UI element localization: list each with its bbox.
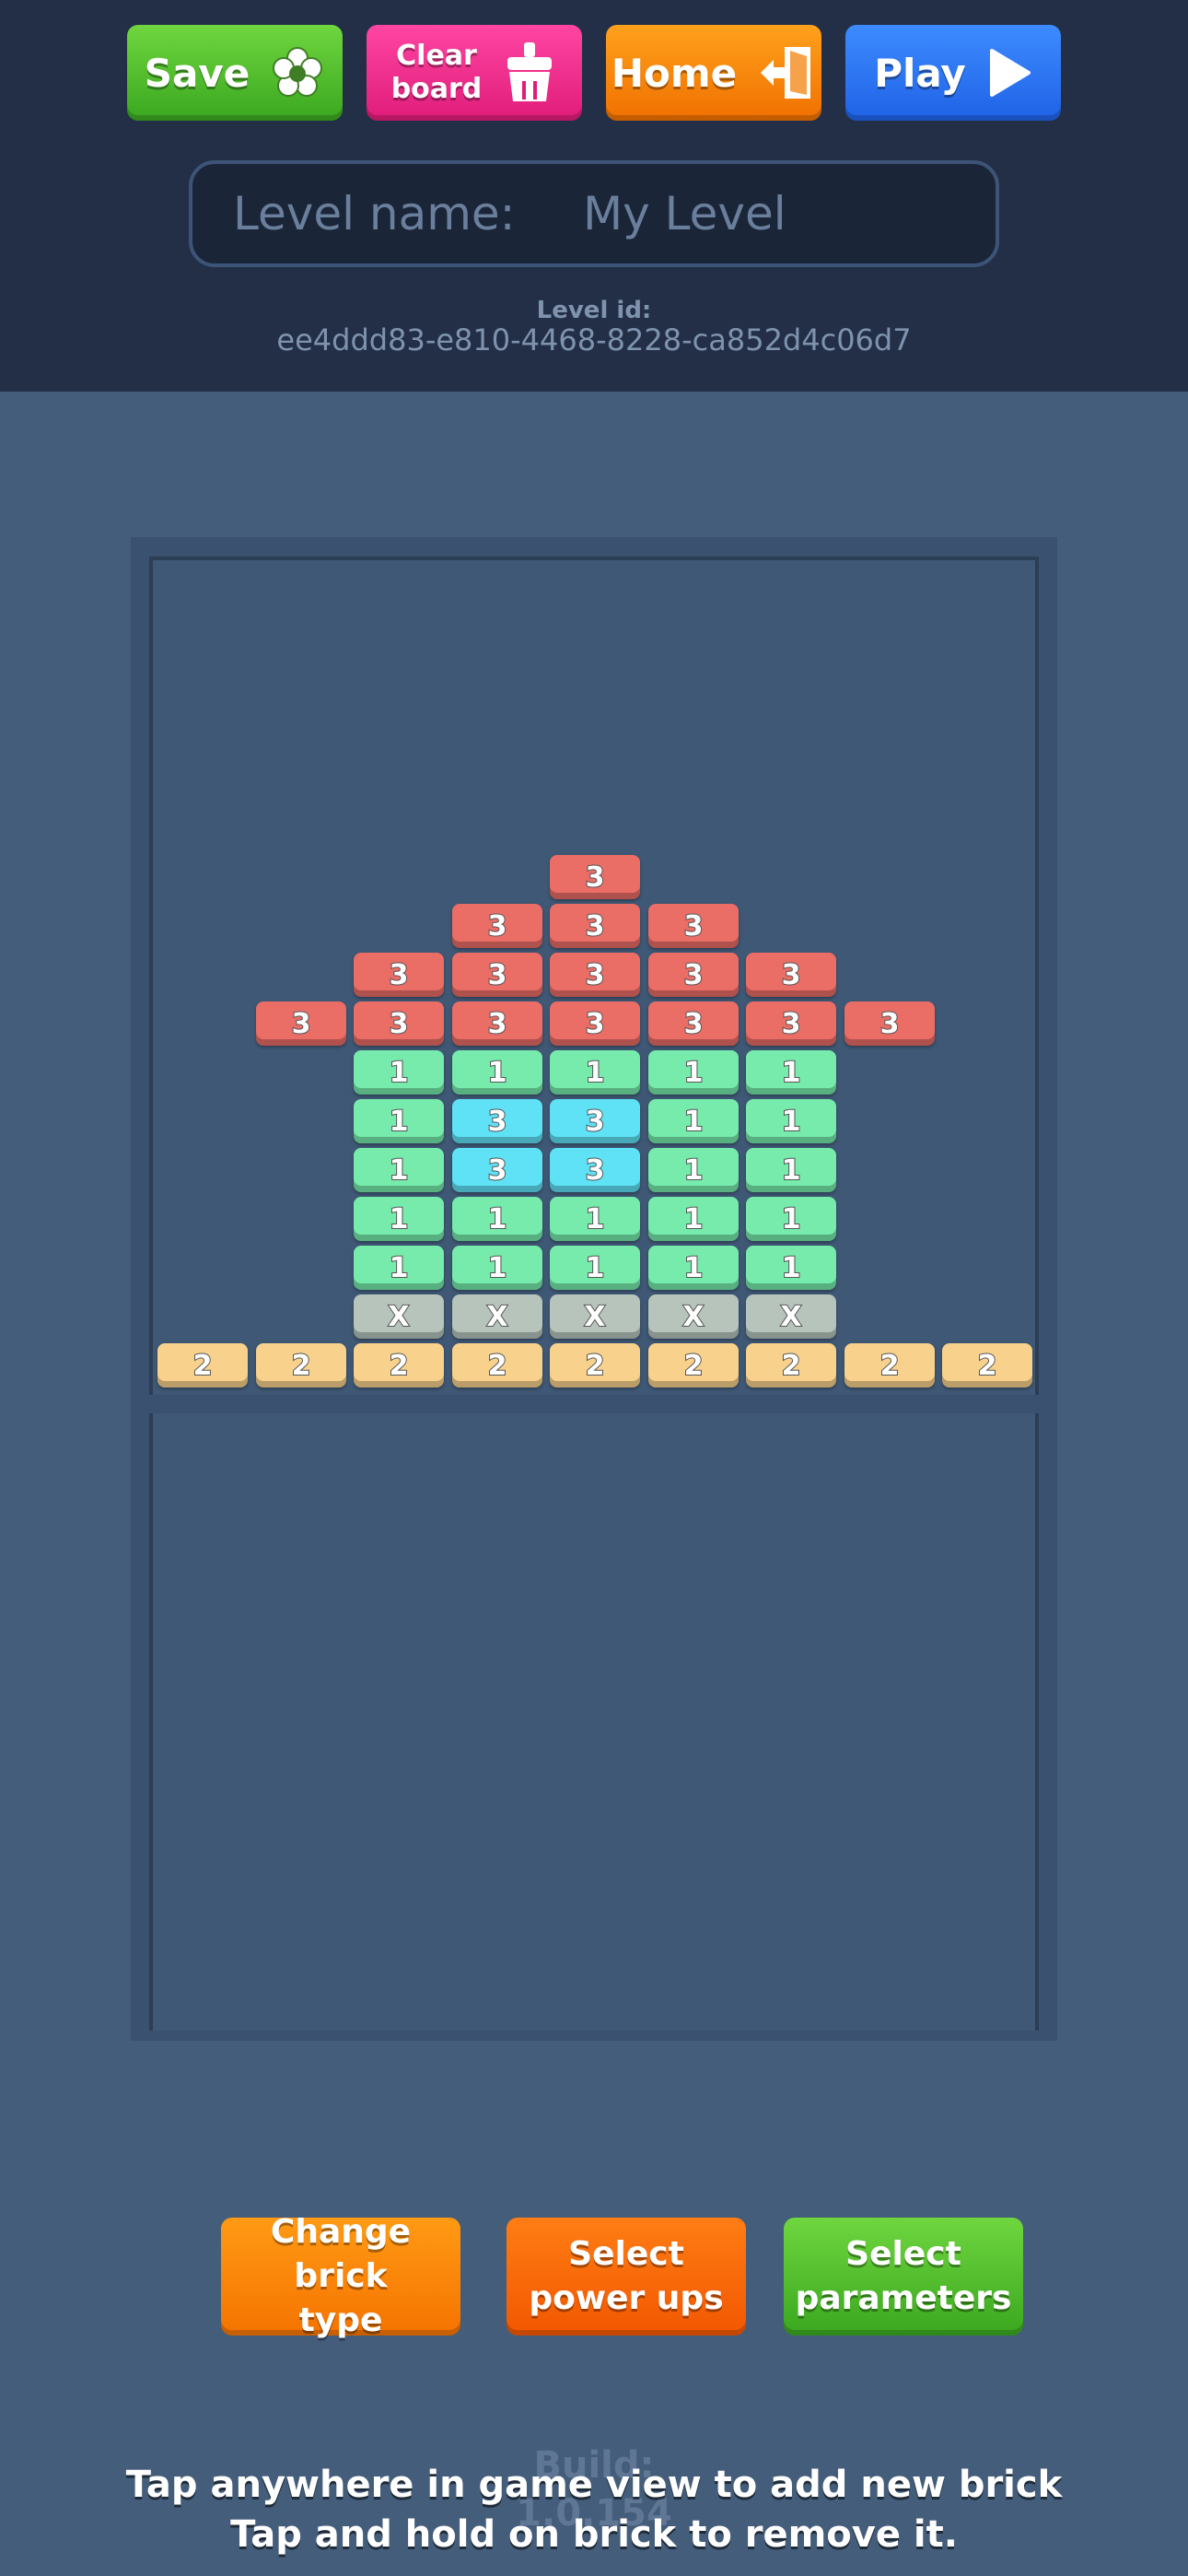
play-button[interactable]: Play	[845, 25, 1061, 121]
brick-1[interactable]: 1	[648, 1050, 739, 1095]
brick-1[interactable]: 1	[452, 1197, 542, 1241]
brick-3[interactable]: 3	[746, 1001, 836, 1046]
game-play-area[interactable]	[149, 1413, 1039, 2031]
exit-door-icon	[761, 47, 811, 99]
brick-3[interactable]: 3	[354, 953, 444, 997]
brick-3[interactable]: 3	[746, 953, 836, 997]
brick-2[interactable]: 2	[452, 1343, 542, 1388]
brick-1[interactable]: 1	[746, 1050, 836, 1095]
save-label: Save	[144, 50, 250, 96]
brick-x[interactable]: X	[452, 1294, 542, 1339]
brick-x[interactable]: X	[354, 1294, 444, 1339]
brick-1[interactable]: 1	[354, 1148, 444, 1192]
brick-3[interactable]: 3	[648, 1001, 739, 1046]
brick-2[interactable]: 2	[942, 1343, 1032, 1388]
broom-icon	[507, 42, 553, 101]
save-button[interactable]: Save	[127, 25, 343, 121]
flower-icon	[273, 47, 323, 97]
brick-3[interactable]: 3	[256, 1001, 346, 1046]
instruction-text: Tap anywhere in game view to add new bri…	[125, 2464, 1063, 2556]
brick-1[interactable]: 1	[648, 1099, 739, 1143]
level-id-label: Level id:	[536, 297, 652, 324]
play-label: Play	[874, 50, 966, 96]
brick-1[interactable]: 1	[648, 1246, 739, 1290]
brick-3[interactable]: 3	[648, 953, 739, 997]
change-brick-type-button[interactable]: Change brick type	[221, 2213, 460, 2339]
brick-3[interactable]: 3	[550, 855, 640, 899]
brick-3[interactable]: 3	[452, 1001, 542, 1046]
brick-2[interactable]: 2	[354, 1343, 444, 1388]
brick-1[interactable]: 1	[550, 1246, 640, 1290]
brick-3-cyan[interactable]: 3	[452, 1148, 542, 1192]
brick-3[interactable]: 3	[550, 904, 640, 948]
brick-1[interactable]: 1	[354, 1099, 444, 1143]
level-name-label: Level name:	[233, 187, 516, 240]
play-icon	[989, 49, 1031, 97]
brick-1[interactable]: 1	[354, 1197, 444, 1241]
clear-board-button[interactable]: Clear board	[367, 25, 582, 121]
brick-3[interactable]: 3	[648, 904, 739, 948]
home-button[interactable]: Home	[606, 25, 821, 121]
brick-x[interactable]: X	[648, 1294, 739, 1339]
brick-1[interactable]: 1	[452, 1050, 542, 1095]
brick-2[interactable]: 2	[648, 1343, 739, 1388]
brick-1[interactable]: 1	[648, 1148, 739, 1192]
brick-3[interactable]: 3	[452, 904, 542, 948]
brick-1[interactable]: 1	[354, 1246, 444, 1290]
brick-1[interactable]: 1	[550, 1197, 640, 1241]
brick-2[interactable]: 2	[157, 1343, 248, 1388]
brick-3-cyan[interactable]: 3	[550, 1099, 640, 1143]
brick-1[interactable]: 1	[354, 1050, 444, 1095]
brick-3[interactable]: 3	[452, 953, 542, 997]
level-name-value[interactable]: My Level	[583, 187, 786, 240]
home-label: Home	[611, 50, 738, 96]
brick-2[interactable]: 2	[746, 1343, 836, 1388]
select-power-ups-button[interactable]: Select power ups	[507, 2218, 746, 2336]
select-parameters-button[interactable]: Select parameters	[784, 2218, 1023, 2336]
brick-3-cyan[interactable]: 3	[452, 1099, 542, 1143]
brick-3[interactable]: 3	[550, 953, 640, 997]
brick-2[interactable]: 2	[550, 1343, 640, 1388]
brick-1[interactable]: 1	[746, 1099, 836, 1143]
brick-1[interactable]: 1	[746, 1148, 836, 1192]
brick-1[interactable]: 1	[452, 1246, 542, 1290]
level-id-value: ee4ddd83-e810-4468-8228-ca852d4c06d7	[276, 322, 912, 357]
brick-3-cyan[interactable]: 3	[550, 1148, 640, 1192]
brick-x[interactable]: X	[746, 1294, 836, 1339]
brick-x[interactable]: X	[550, 1294, 640, 1339]
level-name-field[interactable]: Level name: My Level	[189, 160, 999, 267]
brick-3[interactable]: 3	[550, 1001, 640, 1046]
brick-1[interactable]: 1	[550, 1050, 640, 1095]
brick-3[interactable]: 3	[354, 1001, 444, 1046]
brick-1[interactable]: 1	[648, 1197, 739, 1241]
brick-1[interactable]: 1	[746, 1197, 836, 1241]
brick-3[interactable]: 3	[844, 1001, 935, 1046]
editor-header: Save Clear board Home Play Level name: M…	[0, 0, 1188, 392]
brick-2[interactable]: 2	[844, 1343, 935, 1388]
clear-board-label: Clear board	[390, 40, 483, 105]
brick-1[interactable]: 1	[746, 1246, 836, 1290]
brick-2[interactable]: 2	[256, 1343, 346, 1388]
